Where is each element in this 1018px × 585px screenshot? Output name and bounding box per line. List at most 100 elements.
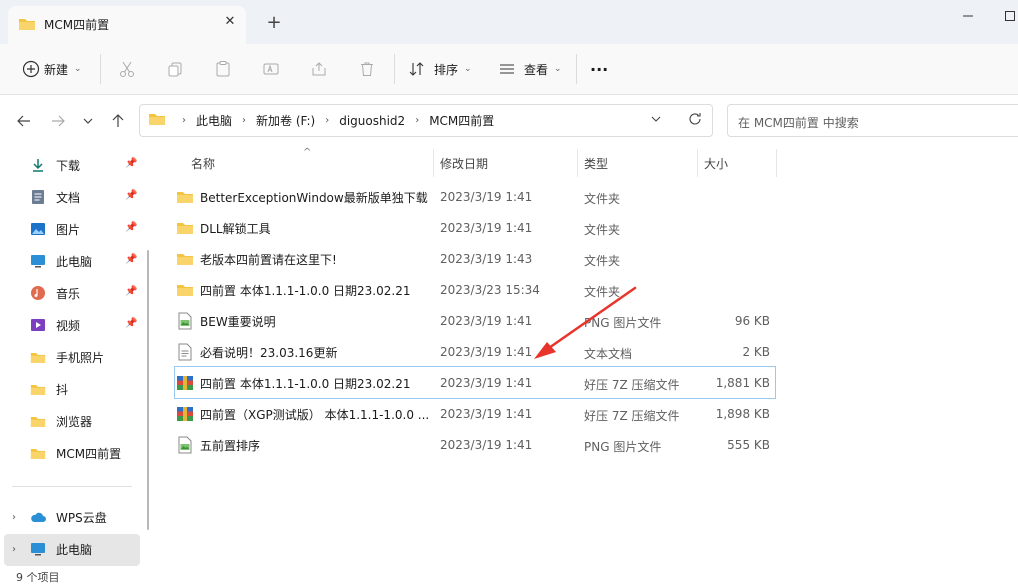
file-size: 1,898 KB bbox=[715, 407, 770, 421]
file-name: 四前置（XGP测试版） 本体1.1.1-1.0.0 ... bbox=[200, 407, 430, 422]
divider bbox=[100, 54, 101, 84]
chevron-right-icon[interactable]: › bbox=[12, 512, 16, 523]
address-bar[interactable]: › 此电脑 › 新加卷 (F:) › diguoshid2 › MCM四前置 bbox=[139, 104, 713, 137]
search-box[interactable]: 在 MCM四前置 中搜索 bbox=[727, 104, 1018, 137]
file-row[interactable]: BetterExceptionWindow最新版单独下载 2023/3/19 1… bbox=[175, 181, 775, 212]
column-header-name[interactable]: 名称 bbox=[191, 155, 215, 172]
folder-icon bbox=[28, 347, 48, 367]
pin-icon[interactable]: 📌 bbox=[125, 318, 137, 329]
close-tab-button[interactable]: ✕ bbox=[220, 12, 240, 32]
png-icon bbox=[175, 436, 195, 454]
rename-icon[interactable] bbox=[258, 56, 284, 82]
column-divider[interactable] bbox=[433, 149, 434, 177]
file-name: BEW重要说明 bbox=[200, 314, 276, 329]
copy-icon[interactable] bbox=[162, 56, 188, 82]
folder-icon bbox=[28, 411, 48, 431]
pin-icon[interactable]: 📌 bbox=[125, 254, 137, 265]
pin-icon[interactable]: 📌 bbox=[125, 190, 137, 201]
archive-icon bbox=[175, 405, 195, 423]
file-name: 必看说明！23.03.16更新 bbox=[200, 345, 338, 360]
nav-item-phone-photos[interactable]: 手机照片 bbox=[28, 343, 148, 371]
refresh-icon[interactable] bbox=[687, 111, 703, 130]
file-size: 1,881 KB bbox=[715, 376, 770, 390]
nav-item-label: 抖 bbox=[56, 382, 69, 397]
breadcrumb-item[interactable]: MCM四前置 bbox=[429, 112, 494, 129]
new-tab-button[interactable]: + bbox=[262, 12, 286, 36]
nav-item-browser[interactable]: 浏览器 bbox=[28, 407, 148, 435]
chevron-right-icon[interactable]: › bbox=[12, 544, 16, 555]
file-size: 2 KB bbox=[742, 345, 770, 359]
sort-ascending-icon: ^ bbox=[303, 147, 312, 158]
column-header-type[interactable]: 类型 bbox=[584, 155, 608, 172]
breadcrumb: › 此电脑 › 新加卷 (F:) › diguoshid2 › MCM四前置 bbox=[148, 105, 494, 136]
file-date: 2023/3/19 1:41 bbox=[440, 376, 533, 390]
new-label: 新建 bbox=[44, 62, 69, 77]
breadcrumb-item[interactable]: diguoshid2 bbox=[339, 114, 405, 128]
folder-icon bbox=[175, 281, 195, 299]
folder-icon bbox=[148, 112, 166, 129]
pin-icon[interactable]: 📌 bbox=[125, 286, 137, 297]
computer-icon bbox=[28, 251, 48, 271]
file-row[interactable]: 必看说明！23.03.16更新 2023/3/19 1:41 文本文档 2 KB bbox=[175, 336, 775, 367]
share-icon[interactable] bbox=[306, 56, 332, 82]
column-divider[interactable] bbox=[577, 149, 578, 177]
more-options-button[interactable]: ··· bbox=[590, 56, 608, 82]
file-row[interactable]: 四前置（XGP测试版） 本体1.1.1-1.0.0 ... 2023/3/19 … bbox=[175, 398, 775, 429]
nav-item-mcm[interactable]: MCM四前置 bbox=[28, 439, 148, 467]
file-type: PNG 图片文件 bbox=[584, 440, 662, 454]
nav-group-wps-cloud[interactable]: › WPS云盘 bbox=[12, 503, 132, 531]
forward-icon[interactable] bbox=[46, 109, 70, 133]
file-date: 2023/3/19 1:41 bbox=[440, 221, 533, 235]
column-header-date[interactable]: 修改日期 bbox=[440, 155, 488, 172]
up-icon[interactable] bbox=[106, 109, 130, 133]
file-row[interactable]: BEW重要说明 2023/3/19 1:41 PNG 图片文件 96 KB bbox=[175, 305, 775, 336]
column-header-size[interactable]: 大小 bbox=[704, 155, 728, 172]
computer-icon bbox=[28, 539, 48, 559]
address-dropdown-icon[interactable] bbox=[650, 113, 662, 128]
nav-group-this-pc[interactable]: › 此电脑 bbox=[12, 535, 132, 563]
folder-icon bbox=[18, 17, 36, 34]
file-date: 2023/3/19 1:41 bbox=[440, 438, 533, 452]
minimize-button[interactable] bbox=[958, 6, 978, 26]
pin-icon[interactable]: 📌 bbox=[125, 158, 137, 169]
maximize-button[interactable] bbox=[1000, 6, 1018, 26]
cut-icon[interactable] bbox=[114, 56, 140, 82]
tab-active[interactable]: MCM四前置 ✕ bbox=[8, 6, 246, 44]
breadcrumb-item[interactable]: 此电脑 bbox=[196, 112, 232, 129]
file-date: 2023/3/19 1:41 bbox=[440, 190, 533, 204]
back-icon[interactable] bbox=[12, 109, 36, 133]
file-row[interactable]: 四前置 本体1.1.1-1.0.0 日期23.02.21 2023/3/23 1… bbox=[175, 274, 775, 305]
chevron-right-icon: › bbox=[242, 115, 247, 126]
file-name: BetterExceptionWindow最新版单独下载 bbox=[200, 190, 428, 205]
folder-icon bbox=[175, 250, 195, 268]
pin-icon[interactable]: 📌 bbox=[125, 222, 137, 233]
chevron-right-icon: › bbox=[415, 115, 420, 126]
file-row[interactable]: DLL解锁工具 2023/3/19 1:41 文件夹 bbox=[175, 212, 775, 243]
nav-scrollbar[interactable] bbox=[147, 250, 149, 530]
divider bbox=[576, 54, 577, 84]
column-divider[interactable] bbox=[697, 149, 698, 177]
nav-item-label: 音乐 bbox=[56, 286, 81, 301]
breadcrumb-item[interactable]: 新加卷 (F:) bbox=[256, 112, 315, 129]
file-date: 2023/3/19 1:41 bbox=[440, 407, 533, 421]
new-button[interactable]: 新建 ⌄ bbox=[18, 56, 82, 82]
delete-icon[interactable] bbox=[354, 56, 380, 82]
sort-button[interactable]: 排序 ⌄ bbox=[404, 56, 472, 82]
file-row[interactable]: 五前置排序 2023/3/19 1:41 PNG 图片文件 555 KB bbox=[175, 429, 775, 460]
nav-divider bbox=[12, 486, 132, 487]
folder-icon bbox=[175, 219, 195, 237]
nav-item-label: 此电脑 bbox=[56, 542, 93, 557]
recent-locations-icon[interactable] bbox=[76, 109, 100, 133]
column-divider[interactable] bbox=[776, 149, 777, 177]
nav-item-dou[interactable]: 抖 bbox=[28, 375, 148, 403]
divider bbox=[394, 54, 395, 84]
file-row-selected[interactable]: 四前置 本体1.1.1-1.0.0 日期23.02.21 2023/3/19 1… bbox=[174, 366, 776, 399]
view-button[interactable]: 查看 ⌄ bbox=[494, 56, 562, 82]
paste-icon[interactable] bbox=[210, 56, 236, 82]
plus-circle-icon bbox=[18, 56, 44, 82]
chevron-down-icon: ⌄ bbox=[464, 64, 472, 74]
file-row[interactable]: 老版本四前置请在这里下! 2023/3/19 1:43 文件夹 bbox=[175, 243, 775, 274]
file-date: 2023/3/19 1:41 bbox=[440, 314, 533, 328]
sort-icon bbox=[404, 56, 430, 82]
nav-item-label: WPS云盘 bbox=[56, 510, 107, 525]
